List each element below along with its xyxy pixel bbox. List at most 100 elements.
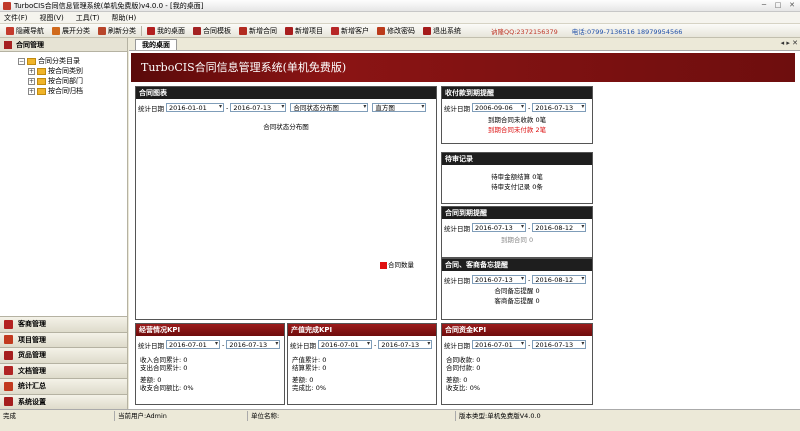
date-from-select[interactable]: 2016-01-01	[166, 103, 224, 112]
expand-icon	[52, 26, 60, 35]
my-desktop-button[interactable]: 我的桌面	[143, 25, 189, 37]
date-to-select[interactable]: 2016-07-13	[378, 340, 433, 349]
refresh-icon	[98, 26, 106, 35]
panel-title: 经营情况KPI	[136, 324, 284, 336]
pending-payment[interactable]: 待审支付记录 0条	[442, 182, 592, 192]
category-tree: − 合同分类目录 + 按合同类别 + 按合同部门 + 按合同归档	[0, 52, 127, 96]
new-customer-button[interactable]: 新增客户	[327, 25, 373, 37]
pending-panel: 待审记录 待审金额结算 0笔 待审支付记录 0条	[441, 152, 593, 204]
date-to-select[interactable]: 2016-07-13	[532, 340, 587, 349]
status-ready: 完成	[3, 412, 16, 420]
funds-kpi-panel: 合同资金KPI 统计日期 2016-07-01 - 2016-07-13 合同收…	[441, 323, 593, 405]
exit-system-button[interactable]: 退出系统	[419, 25, 465, 37]
date-label: 统计日期	[444, 104, 470, 113]
date-label: 统计日期	[138, 341, 164, 350]
sidebar-item-customers[interactable]: 客商管理	[0, 316, 127, 332]
panel-title: 合同资金KPI	[442, 324, 592, 336]
contract-template-button[interactable]: 合同模板	[189, 25, 235, 37]
expired-contracts[interactable]: 到期合同 0	[442, 235, 592, 245]
hide-nav-button[interactable]: 隐藏导航	[2, 25, 48, 37]
date-from-select[interactable]: 2016-07-01	[472, 340, 526, 349]
tab-my-desktop[interactable]: 我的桌面	[135, 39, 177, 50]
chart-legend: 合同数量	[380, 259, 414, 269]
date-from-select[interactable]: 2016-07-01	[166, 340, 220, 349]
ops-kpi-panel: 经营情况KPI 统计日期 2016-07-01 - 2016-07-13 收入合…	[135, 323, 285, 405]
status-bar: 完成 当前用户:Admin 单位名称: 版本类型:单机免费版V4.0.0	[0, 409, 800, 431]
expand-icon[interactable]: +	[28, 77, 35, 85]
close-button[interactable]: ✕	[786, 1, 798, 10]
tree-item-archive[interactable]: + 按合同归档	[18, 86, 127, 96]
contract-chart-panel: 合同图表 统计日期 2016-01-01 - 2016-07-13 合同状态分布…	[135, 86, 437, 320]
sidebar-item-settings[interactable]: 系统设置	[0, 393, 127, 409]
panel-title: 合同图表	[136, 87, 436, 99]
legend-swatch	[380, 261, 387, 269]
panel-title: 合同到期提醒	[442, 207, 592, 219]
app-banner: TurboCIS合同信息管理系统(单机免费版)	[131, 53, 795, 82]
date-to-select[interactable]: 2016-07-13	[230, 103, 287, 112]
minimize-button[interactable]: ─	[758, 1, 770, 10]
chart-style-select[interactable]: 直方图	[372, 103, 427, 112]
expand-icon[interactable]: +	[28, 67, 35, 75]
refresh-category-button[interactable]: 刷新分类	[94, 25, 140, 37]
menu-view[interactable]: 视图(V)	[40, 13, 64, 23]
unpaid-payments[interactable]: 到期合同未付款 2笔	[442, 125, 592, 135]
toolbar: 隐藏导航 展开分类 刷新分类 我的桌面 合同模板 新增合同 新增项目 新增客户 …	[0, 24, 800, 38]
date-label: 统计日期	[138, 104, 164, 113]
date-from-select[interactable]: 2006-09-06	[472, 103, 526, 112]
menu-help[interactable]: 帮助(H)	[112, 13, 137, 23]
template-icon	[193, 26, 201, 35]
app-icon	[3, 1, 11, 10]
pending-settlement[interactable]: 待审金额结算 0笔	[442, 172, 592, 182]
date-label: 统计日期	[444, 341, 470, 350]
completion-ratio: 完成比: 0%	[292, 384, 327, 392]
new-contract-button[interactable]: 新增合同	[235, 25, 281, 37]
income-expense-ratio: 收支比: 0%	[446, 384, 481, 392]
sidebar-item-statistics[interactable]: 统计汇总	[0, 378, 127, 394]
date-to-select[interactable]: 2016-07-13	[226, 340, 281, 349]
customer-memo[interactable]: 客商备忘提醒 0	[442, 296, 592, 306]
contract-memo[interactable]: 合同备忘提醒 0	[442, 286, 592, 296]
menu-file[interactable]: 文件(F)	[4, 13, 28, 23]
memo-panel: 合同、客商备忘提醒 统计日期 2016-07-13 - 2016-08-12 合…	[441, 258, 593, 320]
expand-category-button[interactable]: 展开分类	[48, 25, 94, 37]
tree-root[interactable]: − 合同分类目录	[18, 56, 127, 66]
date-label: 统计日期	[290, 341, 316, 350]
tree-item-department[interactable]: + 按合同部门	[18, 76, 127, 86]
collapse-icon[interactable]: −	[18, 57, 25, 65]
contract-mgmt-icon	[4, 40, 12, 49]
tab-controls[interactable]: ◂ ▸ ✕	[781, 39, 798, 47]
difference: 差额: 0	[292, 376, 314, 384]
documents-icon	[4, 366, 13, 376]
date-to-select[interactable]: 2016-08-12	[532, 275, 587, 284]
menu-tools[interactable]: 工具(T)	[76, 13, 100, 23]
expense-total: 支出合同累计: 0	[140, 364, 188, 372]
chart-type-select[interactable]: 合同状态分布图	[290, 103, 369, 112]
phone-info: 电话:0799-7136516 18979954566	[571, 27, 683, 36]
sidebar-item-goods[interactable]: 货品管理	[0, 347, 127, 363]
difference: 差额: 0	[140, 376, 162, 384]
new-contract-icon	[239, 26, 247, 35]
date-to-select[interactable]: 2016-07-13	[532, 103, 587, 112]
folder-icon	[37, 87, 46, 95]
change-password-button[interactable]: 修改密码	[373, 25, 419, 37]
tree-item-category[interactable]: + 按合同类别	[18, 66, 127, 76]
window-title: TurboCIS合同信息管理系统(单机免费版)v4.0.0 - [我的桌面]	[14, 1, 204, 10]
expand-icon[interactable]: +	[28, 87, 35, 95]
date-label: 统计日期	[444, 276, 470, 285]
unreceived-payments[interactable]: 到期合同未收款 0笔	[442, 115, 592, 125]
qq-info: 讷隆QQ:2372156379	[491, 27, 558, 36]
sidebar-item-documents[interactable]: 文档管理	[0, 362, 127, 378]
folder-icon	[27, 57, 36, 65]
sidebar-item-projects[interactable]: 项目管理	[0, 331, 127, 347]
date-from-select[interactable]: 2016-07-13	[472, 275, 526, 284]
panel-title: 待审记录	[442, 153, 592, 165]
chart-title: 合同状态分布图	[263, 123, 309, 131]
maximize-button[interactable]: □	[772, 1, 784, 10]
date-from-select[interactable]: 2016-07-13	[472, 223, 526, 232]
date-to-select[interactable]: 2016-08-12	[532, 223, 587, 232]
new-project-button[interactable]: 新增项目	[281, 25, 327, 37]
output-kpi-panel: 产值完成KPI 统计日期 2016-07-01 - 2016-07-13 产值累…	[287, 323, 437, 405]
status-user: 当前用户:Admin	[118, 412, 167, 420]
date-from-select[interactable]: 2016-07-01	[318, 340, 372, 349]
sidebar-header: 合同管理	[0, 38, 127, 52]
